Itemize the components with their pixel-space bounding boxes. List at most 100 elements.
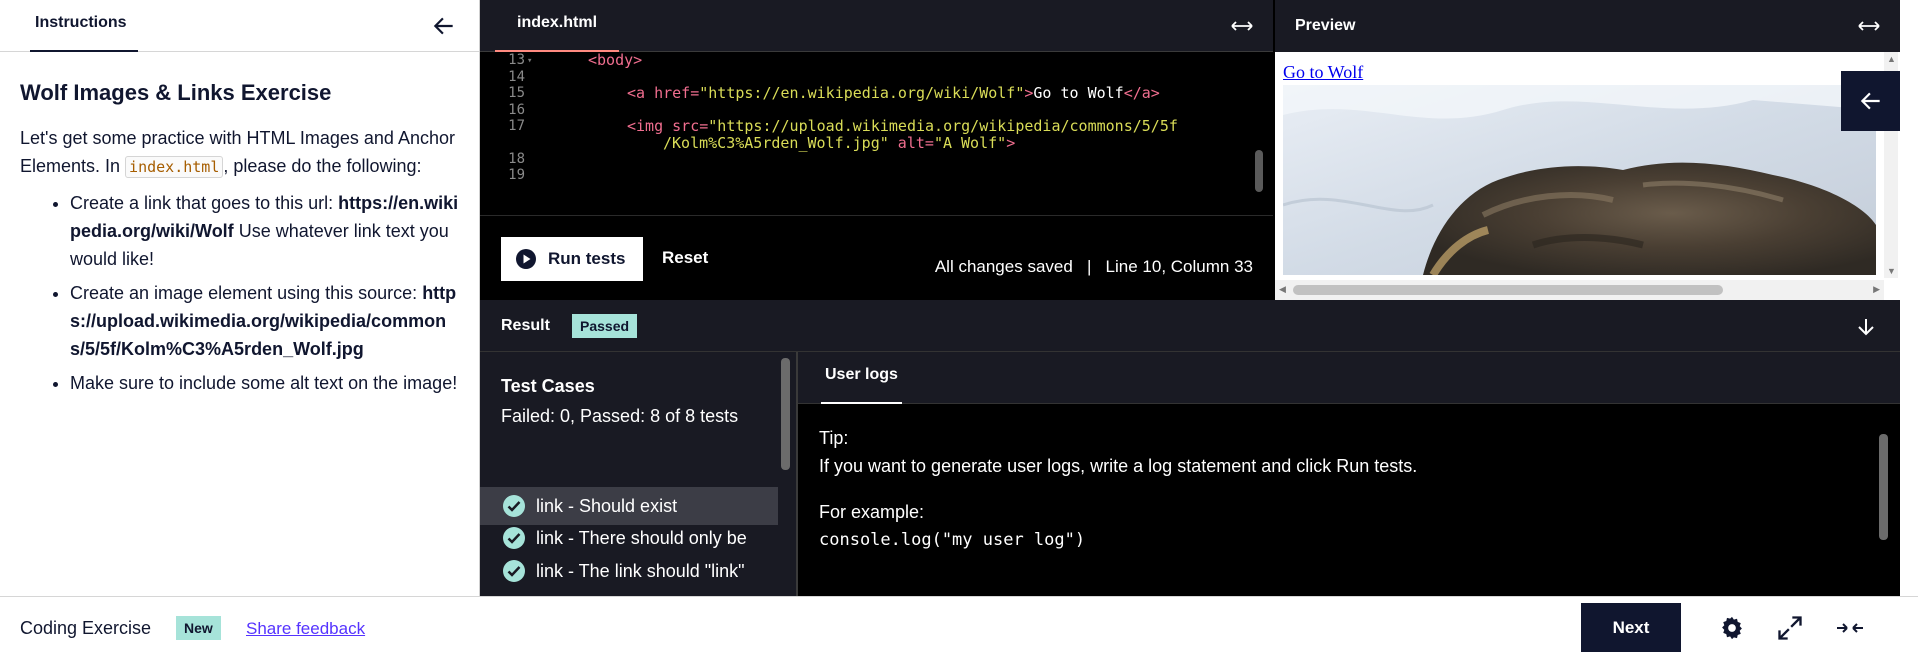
code-token: <img <box>627 117 673 135</box>
scroll-down-icon[interactable]: ▼ <box>1887 266 1896 276</box>
share-feedback-link[interactable]: Share feedback <box>246 619 365 639</box>
code-scrollbar[interactable] <box>1255 150 1263 192</box>
intro-text-end: , please do the following: <box>223 156 422 176</box>
line-number: 13 <box>508 52 525 68</box>
result-header: Result Passed <box>480 300 1900 352</box>
test-case-label: link - Should exist <box>536 495 678 516</box>
user-logs-panel: User logs Tip: If you want to generate u… <box>798 352 1900 596</box>
tab-instructions[interactable]: Instructions <box>30 0 138 52</box>
back-button[interactable] <box>1841 71 1900 131</box>
tab-index-html[interactable]: index.html <box>495 0 620 52</box>
scroll-left-icon[interactable]: ◀ <box>1279 284 1286 295</box>
code-line: /Kolm%C3%A5rden_Wolf.jpg" alt="A Wolf"> <box>663 134 1015 152</box>
status-badge: Passed <box>572 314 638 338</box>
collapse-horizontal-icon[interactable] <box>1836 614 1864 642</box>
reset-button[interactable]: Reset <box>662 248 708 268</box>
instructions-panel: Instructions Wolf Images & Links Exercis… <box>0 0 480 596</box>
code-editor-panel: index.html 13 ▾ 14 15 16 17 18 19 <body>… <box>480 0 1273 300</box>
gear-icon[interactable] <box>1718 614 1746 642</box>
instruction-text: Make sure to include some alt text on th… <box>70 373 458 393</box>
scroll-up-icon[interactable]: ▲ <box>1887 54 1896 64</box>
preview-panel: Preview Go to Wolf ▲ ▼ ◀ ▶ <box>1273 0 1900 300</box>
code-token: "https://en.wikipedia.org/wiki/Wolf" <box>699 84 1025 102</box>
exercise-intro: Let's get some practice with HTML Images… <box>20 124 459 181</box>
code-token: </a> <box>1123 84 1160 102</box>
user-logs-scrollbar[interactable] <box>1879 434 1888 540</box>
logs-example-label: For example: <box>819 502 925 522</box>
expand-horizontal-icon[interactable] <box>1856 14 1882 38</box>
user-logs-header: User logs <box>798 352 1900 404</box>
expand-horizontal-icon[interactable] <box>1229 14 1255 38</box>
exercise-title: Wolf Images & Links Exercise <box>20 80 332 105</box>
run-tests-button[interactable]: Run tests <box>501 237 643 281</box>
preview-header: Preview <box>1275 0 1900 52</box>
instructions-header: Instructions <box>0 0 479 52</box>
logs-example-code: console.log("my user log") <box>819 530 1086 550</box>
code-token: "A Wolf" <box>933 134 1007 152</box>
preview-frame: Go to Wolf ▲ ▼ ◀ ▶ <box>1275 52 1900 300</box>
preview-title: Preview <box>1295 17 1356 34</box>
code-token: "https://upload.wikimedia.org/wikipedia/… <box>708 117 1178 135</box>
code-token: > <box>1006 134 1016 152</box>
arrow-left-icon[interactable] <box>431 13 457 39</box>
tab-user-logs[interactable]: User logs <box>821 352 902 404</box>
code-area[interactable]: 13 ▾ 14 15 16 17 18 19 <body> <a href="h… <box>480 52 1273 215</box>
instruction-item: Make sure to include some alt text on th… <box>70 369 459 397</box>
code-token: alt= <box>888 134 934 152</box>
inline-code-filename: index.html <box>125 156 224 178</box>
expand-icon[interactable] <box>1776 614 1804 642</box>
test-case-item[interactable]: link - The link should "link" <box>480 552 778 590</box>
line-number: 14 <box>508 69 525 85</box>
instruction-text: Create a link that goes to this url: <box>70 193 339 213</box>
fold-caret-icon[interactable]: ▾ <box>527 56 532 66</box>
arrow-down-icon[interactable] <box>1854 315 1878 339</box>
footer-bar: Coding Exercise New Share feedback Next <box>0 596 1918 657</box>
instruction-item: Create a link that goes to this url: htt… <box>70 189 459 273</box>
result-panel: Result Passed Test Cases Failed: 0, Pass… <box>480 300 1900 596</box>
coding-exercise-app: Instructions Wolf Images & Links Exercis… <box>0 0 1918 657</box>
instruction-text: Create an image element using this sourc… <box>70 283 423 303</box>
instructions-body: Wolf Images & Links Exercise Let's get s… <box>0 52 479 397</box>
new-badge: New <box>176 616 221 640</box>
wolf-image <box>1283 85 1876 275</box>
test-cases-scrollbar[interactable] <box>781 358 790 470</box>
instruction-item: Create an image element using this sourc… <box>70 279 459 363</box>
test-cases-panel: Test Cases Failed: 0, Passed: 8 of 8 tes… <box>480 352 798 596</box>
wolf-link[interactable]: Go to Wolf <box>1283 62 1363 83</box>
logs-tip-label: Tip: <box>819 428 849 448</box>
user-logs-body: Tip: If you want to generate user logs, … <box>819 424 1417 554</box>
play-circle-icon <box>516 249 536 269</box>
code-token: <a <box>627 84 655 102</box>
exercise-type-label: Coding Exercise <box>20 618 152 638</box>
line-number: 18 <box>508 151 525 167</box>
code-token: <body> <box>588 52 643 69</box>
scroll-right-icon[interactable]: ▶ <box>1873 284 1880 295</box>
code-line: <body> <box>588 52 642 69</box>
code-token: /Kolm%C3%A5rden_Wolf.jpg" <box>663 134 889 152</box>
preview-horizontal-scrollbar[interactable]: ◀ ▶ <box>1275 280 1884 300</box>
line-number: 17 <box>508 118 525 134</box>
run-tests-label: Run tests <box>548 249 626 268</box>
instruction-list: Create a link that goes to this url: htt… <box>20 189 459 397</box>
logs-tip-text: If you want to generate user logs, write… <box>819 456 1418 476</box>
line-number: 19 <box>508 167 525 183</box>
editor-status: All changes saved | Line 10, Column 33 <box>934 257 1253 276</box>
editor-header: index.html <box>480 0 1273 52</box>
code-line: <img src="https://upload.wikimedia.org/w… <box>627 117 1178 135</box>
editor-footer: Run tests Reset All changes saved | Line… <box>480 216 1273 300</box>
test-cases-summary: Failed: 0, Passed: 8 of 8 tests <box>501 406 739 426</box>
check-circle-icon <box>503 560 525 582</box>
code-token: Go to Wolf <box>1033 84 1124 102</box>
test-case-label: link - There should only be <box>536 527 747 548</box>
scrollbar-thumb[interactable] <box>1293 285 1723 295</box>
test-case-label: link - The link should "link" <box>536 560 745 581</box>
test-cases-title: Test Cases <box>501 376 595 396</box>
code-token: href= <box>654 84 700 102</box>
right-edge <box>1900 0 1918 596</box>
line-number: 16 <box>508 102 525 118</box>
next-button[interactable]: Next <box>1581 603 1681 652</box>
code-token: src= <box>672 117 709 135</box>
code-line: <a href="https://en.wikipedia.org/wiki/W… <box>627 84 1160 102</box>
line-number: 15 <box>508 85 525 101</box>
